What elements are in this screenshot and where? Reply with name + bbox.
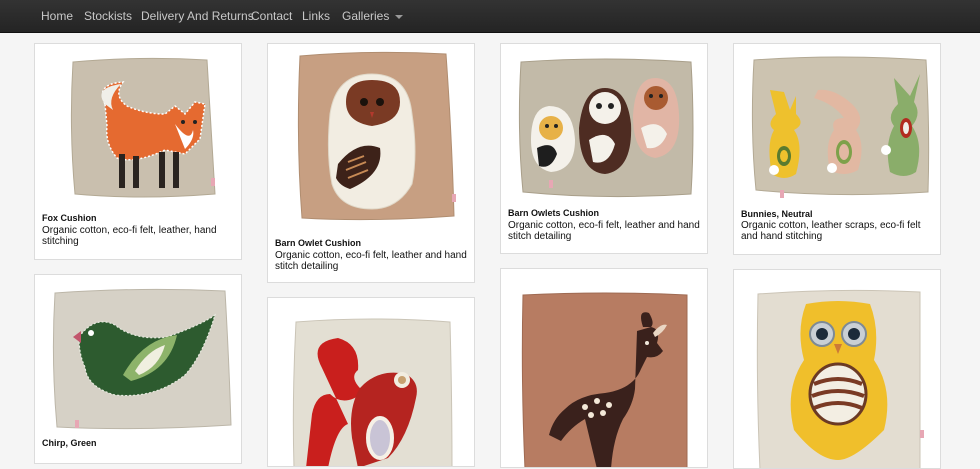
bird-cushion-photo[interactable] [35,275,242,430]
product-card-squirrel[interactable] [267,297,475,467]
product-title[interactable]: Chirp, Green [42,438,97,448]
yellow-owl-cushion-photo[interactable] [734,270,941,469]
nav-home[interactable]: Home [41,0,73,32]
product-card-barn-owlets[interactable]: Barn Owlets Cushion Organic cotton, eco-… [500,43,708,254]
product-card-chirp-green[interactable]: Chirp, Green [34,274,242,464]
product-card-deer[interactable] [500,268,708,468]
product-title[interactable]: Barn Owlets Cushion [508,208,599,218]
product-description: Organic cotton, eco-fi felt, leather and… [508,220,700,242]
product-card-bunnies[interactable]: Bunnies, Neutral Organic cotton, leather… [733,43,941,255]
nav-galleries-label: Galleries [342,9,390,23]
product-description: Organic cotton, eco-fi felt, leather, ha… [42,225,217,247]
deer-cushion-photo[interactable] [501,269,708,468]
product-title[interactable]: Fox Cushion [42,213,97,223]
product-title[interactable]: Bunnies, Neutral [741,209,813,219]
nav-links[interactable]: Links [302,0,330,32]
nav-contact[interactable]: Contact [251,0,292,32]
nav-galleries-dropdown[interactable]: Galleries [342,0,404,32]
top-navbar: Home Stockists Delivery And Returns Cont… [0,0,980,33]
caret-down-icon [395,14,404,19]
nav-delivery-and-returns[interactable]: Delivery And Returns [141,0,254,32]
product-card-fox[interactable]: Fox Cushion Organic cotton, eco-fi felt,… [34,43,242,260]
product-description: Organic cotton, eco-fi felt, leather and… [275,250,467,272]
bunnies-cushion-photo[interactable] [734,44,941,204]
product-title[interactable]: Barn Owlet Cushion [275,238,361,248]
product-description: Organic cotton, leather scraps, eco-fi f… [741,220,921,242]
barn-owlets-cushion-photo[interactable] [501,44,708,204]
nav-stockists[interactable]: Stockists [84,0,132,32]
product-card-yellow-owl[interactable] [733,269,941,469]
product-card-barn-owlet[interactable]: Barn Owlet Cushion Organic cotton, eco-f… [267,43,475,283]
fox-cushion-photo[interactable] [35,44,242,209]
squirrel-cushion-photo[interactable] [268,298,475,467]
barn-owlet-cushion-photo[interactable] [268,44,475,234]
